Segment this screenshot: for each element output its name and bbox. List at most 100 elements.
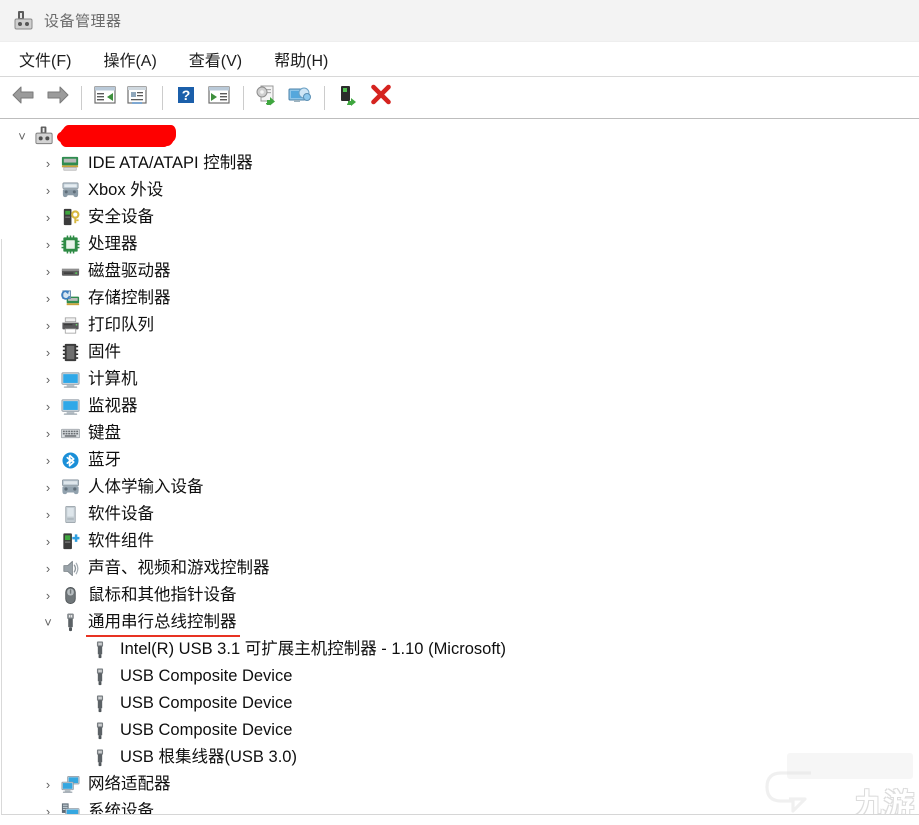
device-tree-panel[interactable]: ˅ › IDE ATA/ATAPI 控制器 › Xbox 外设 › 安全设备 ›… (0, 119, 919, 825)
disk-drive-icon (59, 261, 81, 283)
chevron-right-icon[interactable]: › (37, 453, 59, 468)
tree-item-hid-device[interactable]: › 人体学输入设备 (1, 474, 919, 501)
tree-item-bluetooth[interactable]: › 蓝牙 (1, 447, 919, 474)
tree-item-label: 键盘 (88, 424, 121, 443)
tree-item-keyboard[interactable]: › 键盘 (1, 420, 919, 447)
processor-icon (59, 234, 81, 256)
tree-item-security-device[interactable]: › 安全设备 (1, 204, 919, 231)
chevron-right-icon[interactable]: › (37, 264, 59, 279)
forward-arrow-icon (44, 84, 70, 111)
tree-item-usb-root-hub[interactable]: USB 根集线器(USB 3.0) (1, 744, 919, 771)
tree-item-label: 处理器 (88, 235, 138, 254)
toolbar-update-driver[interactable] (252, 83, 282, 113)
toolbar-enable-device[interactable] (333, 83, 363, 113)
svg-text:?: ? (182, 87, 191, 103)
chevron-right-icon[interactable]: › (37, 480, 59, 495)
toolbar-action-pane[interactable] (204, 83, 234, 113)
chevron-down-icon[interactable]: ˅ (11, 129, 33, 144)
chevron-down-icon[interactable]: ˅ (37, 615, 59, 630)
window-title: 设备管理器 (44, 13, 122, 30)
chevron-right-icon[interactable]: › (37, 507, 59, 522)
chevron-right-icon[interactable]: › (37, 183, 59, 198)
back-arrow-icon (11, 84, 37, 111)
chevron-right-icon[interactable]: › (37, 372, 59, 387)
tree-item-usb-composite-device-3[interactable]: USB Composite Device (1, 717, 919, 744)
usb-device-icon (89, 720, 111, 742)
tree-item-label: 人体学输入设备 (88, 478, 204, 497)
tree-item-usb-composite-device-1[interactable]: USB Composite Device (1, 663, 919, 690)
tree-item-sound-video-game-controller[interactable]: › 声音、视频和游戏控制器 (1, 555, 919, 582)
window-bottom-edge (1, 814, 919, 825)
chevron-right-icon[interactable]: › (37, 561, 59, 576)
toolbar-back[interactable] (9, 83, 39, 113)
menu-file[interactable]: 文件(F) (16, 45, 74, 73)
hid-device-icon (59, 477, 81, 499)
tree-item-usb-host-controller[interactable]: Intel(R) USB 3.1 可扩展主机控制器 - 1.10 (Micros… (1, 636, 919, 663)
tree-item-software-component[interactable]: › 软件组件 (1, 528, 919, 555)
tree-item-software-device[interactable]: › 软件设备 (1, 501, 919, 528)
menu-bar: 文件(F) 操作(A) 查看(V) 帮助(H) (0, 42, 919, 77)
chevron-right-icon[interactable]: › (37, 318, 59, 333)
print-queue-icon (59, 315, 81, 337)
toolbar-separator (162, 85, 163, 110)
chevron-right-icon[interactable]: › (37, 156, 59, 171)
chevron-right-icon[interactable]: › (37, 588, 59, 603)
toolbar-properties[interactable] (123, 83, 153, 113)
toolbar-uninstall-device[interactable] (366, 83, 396, 113)
tree-item-label: 网络适配器 (88, 775, 171, 794)
menu-view[interactable]: 查看(V) (186, 45, 245, 73)
tree-item-label: USB Composite Device (120, 667, 293, 686)
title-bar: 设备管理器 (0, 0, 919, 42)
chevron-right-icon[interactable]: › (37, 534, 59, 549)
device-manager-icon (14, 10, 36, 32)
tree-item-label: 声音、视频和游戏控制器 (88, 559, 270, 578)
network-adapter-icon (59, 774, 81, 796)
chevron-right-icon[interactable]: › (37, 237, 59, 252)
toolbar-separator (243, 85, 244, 110)
toolbar-console-tree[interactable] (90, 83, 120, 113)
tree-item-print-queue[interactable]: › 打印队列 (1, 312, 919, 339)
chevron-right-icon[interactable]: › (37, 777, 59, 792)
tree-item-mouse[interactable]: › 鼠标和其他指针设备 (1, 582, 919, 609)
tree-item-usb-composite-device-2[interactable]: USB Composite Device (1, 690, 919, 717)
tree-item-disk-drive[interactable]: › 磁盘驱动器 (1, 258, 919, 285)
toolbar-forward[interactable] (42, 83, 72, 113)
redaction-mark (57, 125, 174, 147)
tree-item-usb-controller[interactable]: ˅ 通用串行总线控制器 (1, 609, 919, 637)
menu-action[interactable]: 操作(A) (100, 45, 159, 73)
toolbar-separator (81, 85, 82, 110)
tree-item-label: 监视器 (88, 397, 138, 416)
tree-item-label: USB 根集线器(USB 3.0) (120, 748, 297, 767)
toolbar-scan-hardware[interactable] (285, 83, 315, 113)
tree-item-label: Xbox 外设 (88, 181, 164, 200)
bluetooth-icon (59, 450, 81, 472)
chevron-right-icon[interactable]: › (37, 291, 59, 306)
help-icon: ? (175, 84, 197, 111)
tree-item-firmware[interactable]: › 固件 (1, 339, 919, 366)
chevron-right-icon[interactable]: › (37, 210, 59, 225)
monitor-icon (59, 396, 81, 418)
tree-item-label: USB Composite Device (120, 721, 293, 740)
tree-item-label: IDE ATA/ATAPI 控制器 (88, 154, 253, 173)
toolbar: ? (0, 77, 919, 119)
tree-item-processor[interactable]: › 处理器 (1, 231, 919, 258)
toolbar-help[interactable]: ? (171, 83, 201, 113)
tree-item-label: 安全设备 (88, 208, 154, 227)
tree-item-monitor[interactable]: › 监视器 (1, 393, 919, 420)
tree-item-network-adapter[interactable]: › 网络适配器 (1, 771, 919, 798)
usb-device-icon (89, 747, 111, 769)
tree-item-label: Intel(R) USB 3.1 可扩展主机控制器 - 1.10 (Micros… (120, 640, 506, 659)
tree-item-computer[interactable]: › 计算机 (1, 366, 919, 393)
chevron-right-icon[interactable]: › (37, 426, 59, 441)
tree-item-storage-controller[interactable]: › 存储控制器 (1, 285, 919, 312)
tree-item-ide-controller[interactable]: › IDE ATA/ATAPI 控制器 (1, 150, 919, 177)
tree-root-node[interactable]: ˅ (1, 123, 919, 150)
device-manager-window: 设备管理器 文件(F) 操作(A) 查看(V) 帮助(H) ? ˅ › IDE … (0, 0, 919, 825)
scan-hardware-changes-icon (287, 84, 313, 111)
tree-item-xbox-peripheral[interactable]: › Xbox 外设 (1, 177, 919, 204)
xbox-peripheral-icon (59, 180, 81, 202)
tree-item-label: 打印队列 (88, 316, 154, 335)
chevron-right-icon[interactable]: › (37, 345, 59, 360)
chevron-right-icon[interactable]: › (37, 399, 59, 414)
menu-help[interactable]: 帮助(H) (271, 45, 331, 73)
